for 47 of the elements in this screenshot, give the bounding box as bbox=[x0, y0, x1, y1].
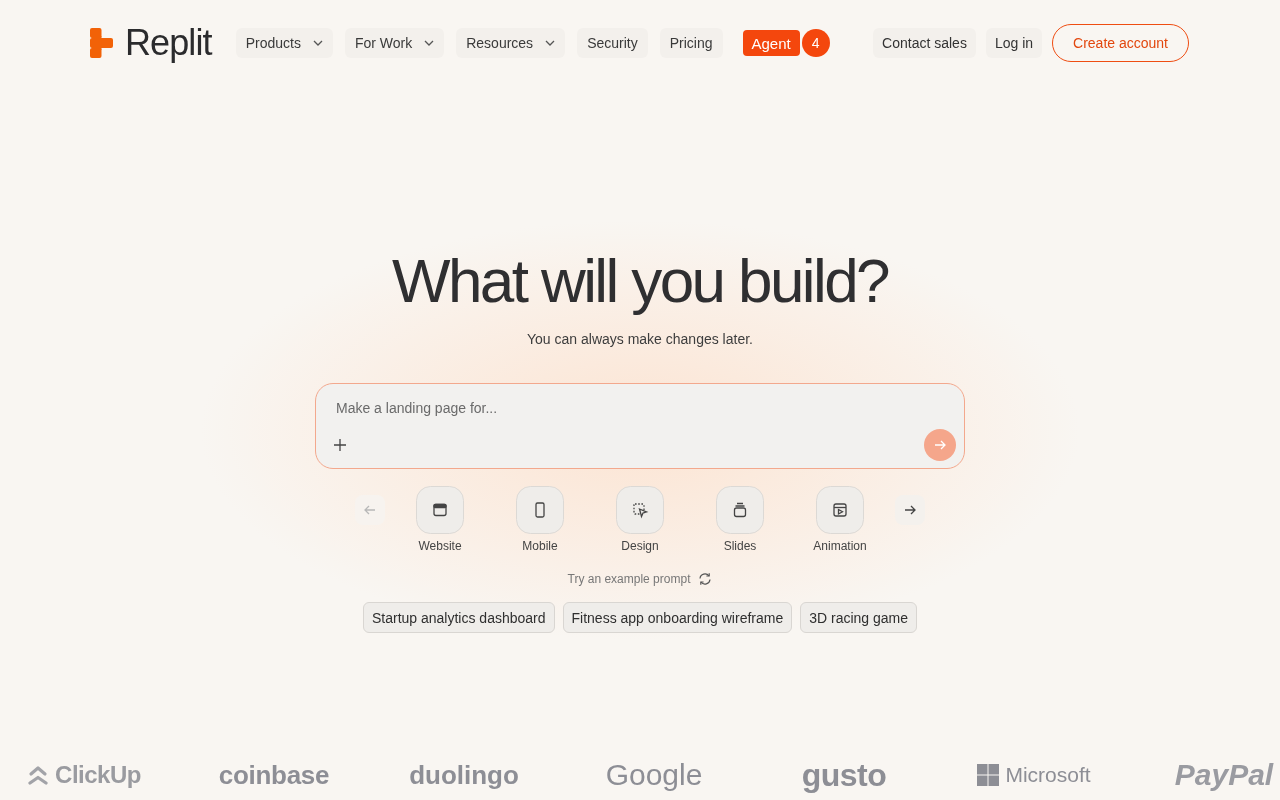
play-window-icon bbox=[816, 486, 864, 534]
count-badge: 4 bbox=[801, 29, 830, 57]
nav-item[interactable]: Security bbox=[577, 28, 648, 58]
nav-item[interactable]: Products bbox=[235, 28, 333, 58]
category-button[interactable]: Website bbox=[390, 486, 490, 554]
brand-name: Replit bbox=[125, 23, 212, 63]
category-button[interactable]: Design bbox=[590, 486, 690, 554]
chevron-down-icon bbox=[312, 40, 323, 46]
four-squares-icon bbox=[977, 764, 1000, 786]
prompt-input[interactable]: Make a landing page for... bbox=[330, 397, 956, 419]
home-link[interactable]: Replit bbox=[90, 23, 212, 63]
arrow-right-icon bbox=[934, 439, 946, 451]
refresh-icon[interactable] bbox=[698, 572, 713, 586]
example-prompt-chip[interactable]: 3D racing game bbox=[800, 602, 918, 633]
plus-icon bbox=[334, 439, 346, 451]
category-button[interactable]: Mobile bbox=[490, 486, 590, 554]
arrow-left-icon bbox=[364, 504, 376, 516]
brand-wordmark: Google bbox=[605, 757, 703, 793]
next-button[interactable] bbox=[895, 495, 925, 525]
brand-wordmark: ClickUp bbox=[55, 760, 141, 790]
category-button[interactable]: Animation bbox=[790, 486, 890, 554]
phone-icon bbox=[516, 486, 564, 534]
brand-wordmark: PayPal bbox=[1174, 757, 1274, 793]
blocks-logo-icon bbox=[90, 28, 113, 58]
example-prompt-chip[interactable]: Startup analytics dashboard bbox=[362, 602, 555, 633]
hero-title: What will you build? bbox=[392, 245, 888, 317]
hero-subtitle: You can always make changes later. bbox=[527, 330, 753, 349]
brand-wordmark: gusto bbox=[801, 757, 887, 793]
brand-wordmark: duolingo bbox=[409, 759, 519, 792]
nav-button[interactable]: Contact sales bbox=[873, 28, 976, 58]
example-prompt-chip[interactable]: Fitness app onboarding wireframe bbox=[562, 602, 793, 633]
nav-item[interactable]: For Work bbox=[344, 28, 445, 58]
browser-window-icon bbox=[416, 486, 464, 534]
example-prompt-label: Try an example prompt bbox=[567, 571, 691, 587]
chevron-down-icon bbox=[424, 40, 435, 46]
agent-button[interactable]: Agent bbox=[742, 30, 800, 56]
dashed-square-cursor-icon bbox=[616, 486, 664, 534]
category-button[interactable]: Slides bbox=[690, 486, 790, 554]
nav-item[interactable]: Pricing bbox=[659, 28, 723, 58]
double-chevron-icon bbox=[27, 765, 50, 785]
brand-wordmark: coinbase bbox=[218, 759, 330, 792]
nav-item[interactable]: Resources bbox=[456, 28, 566, 58]
stacked-cards-icon bbox=[716, 486, 764, 534]
brand-wordmark: Microsoft bbox=[1005, 762, 1091, 788]
chevron-down-icon bbox=[545, 40, 556, 46]
arrow-right-icon bbox=[904, 504, 916, 516]
nav-button[interactable]: Log in bbox=[985, 28, 1043, 58]
